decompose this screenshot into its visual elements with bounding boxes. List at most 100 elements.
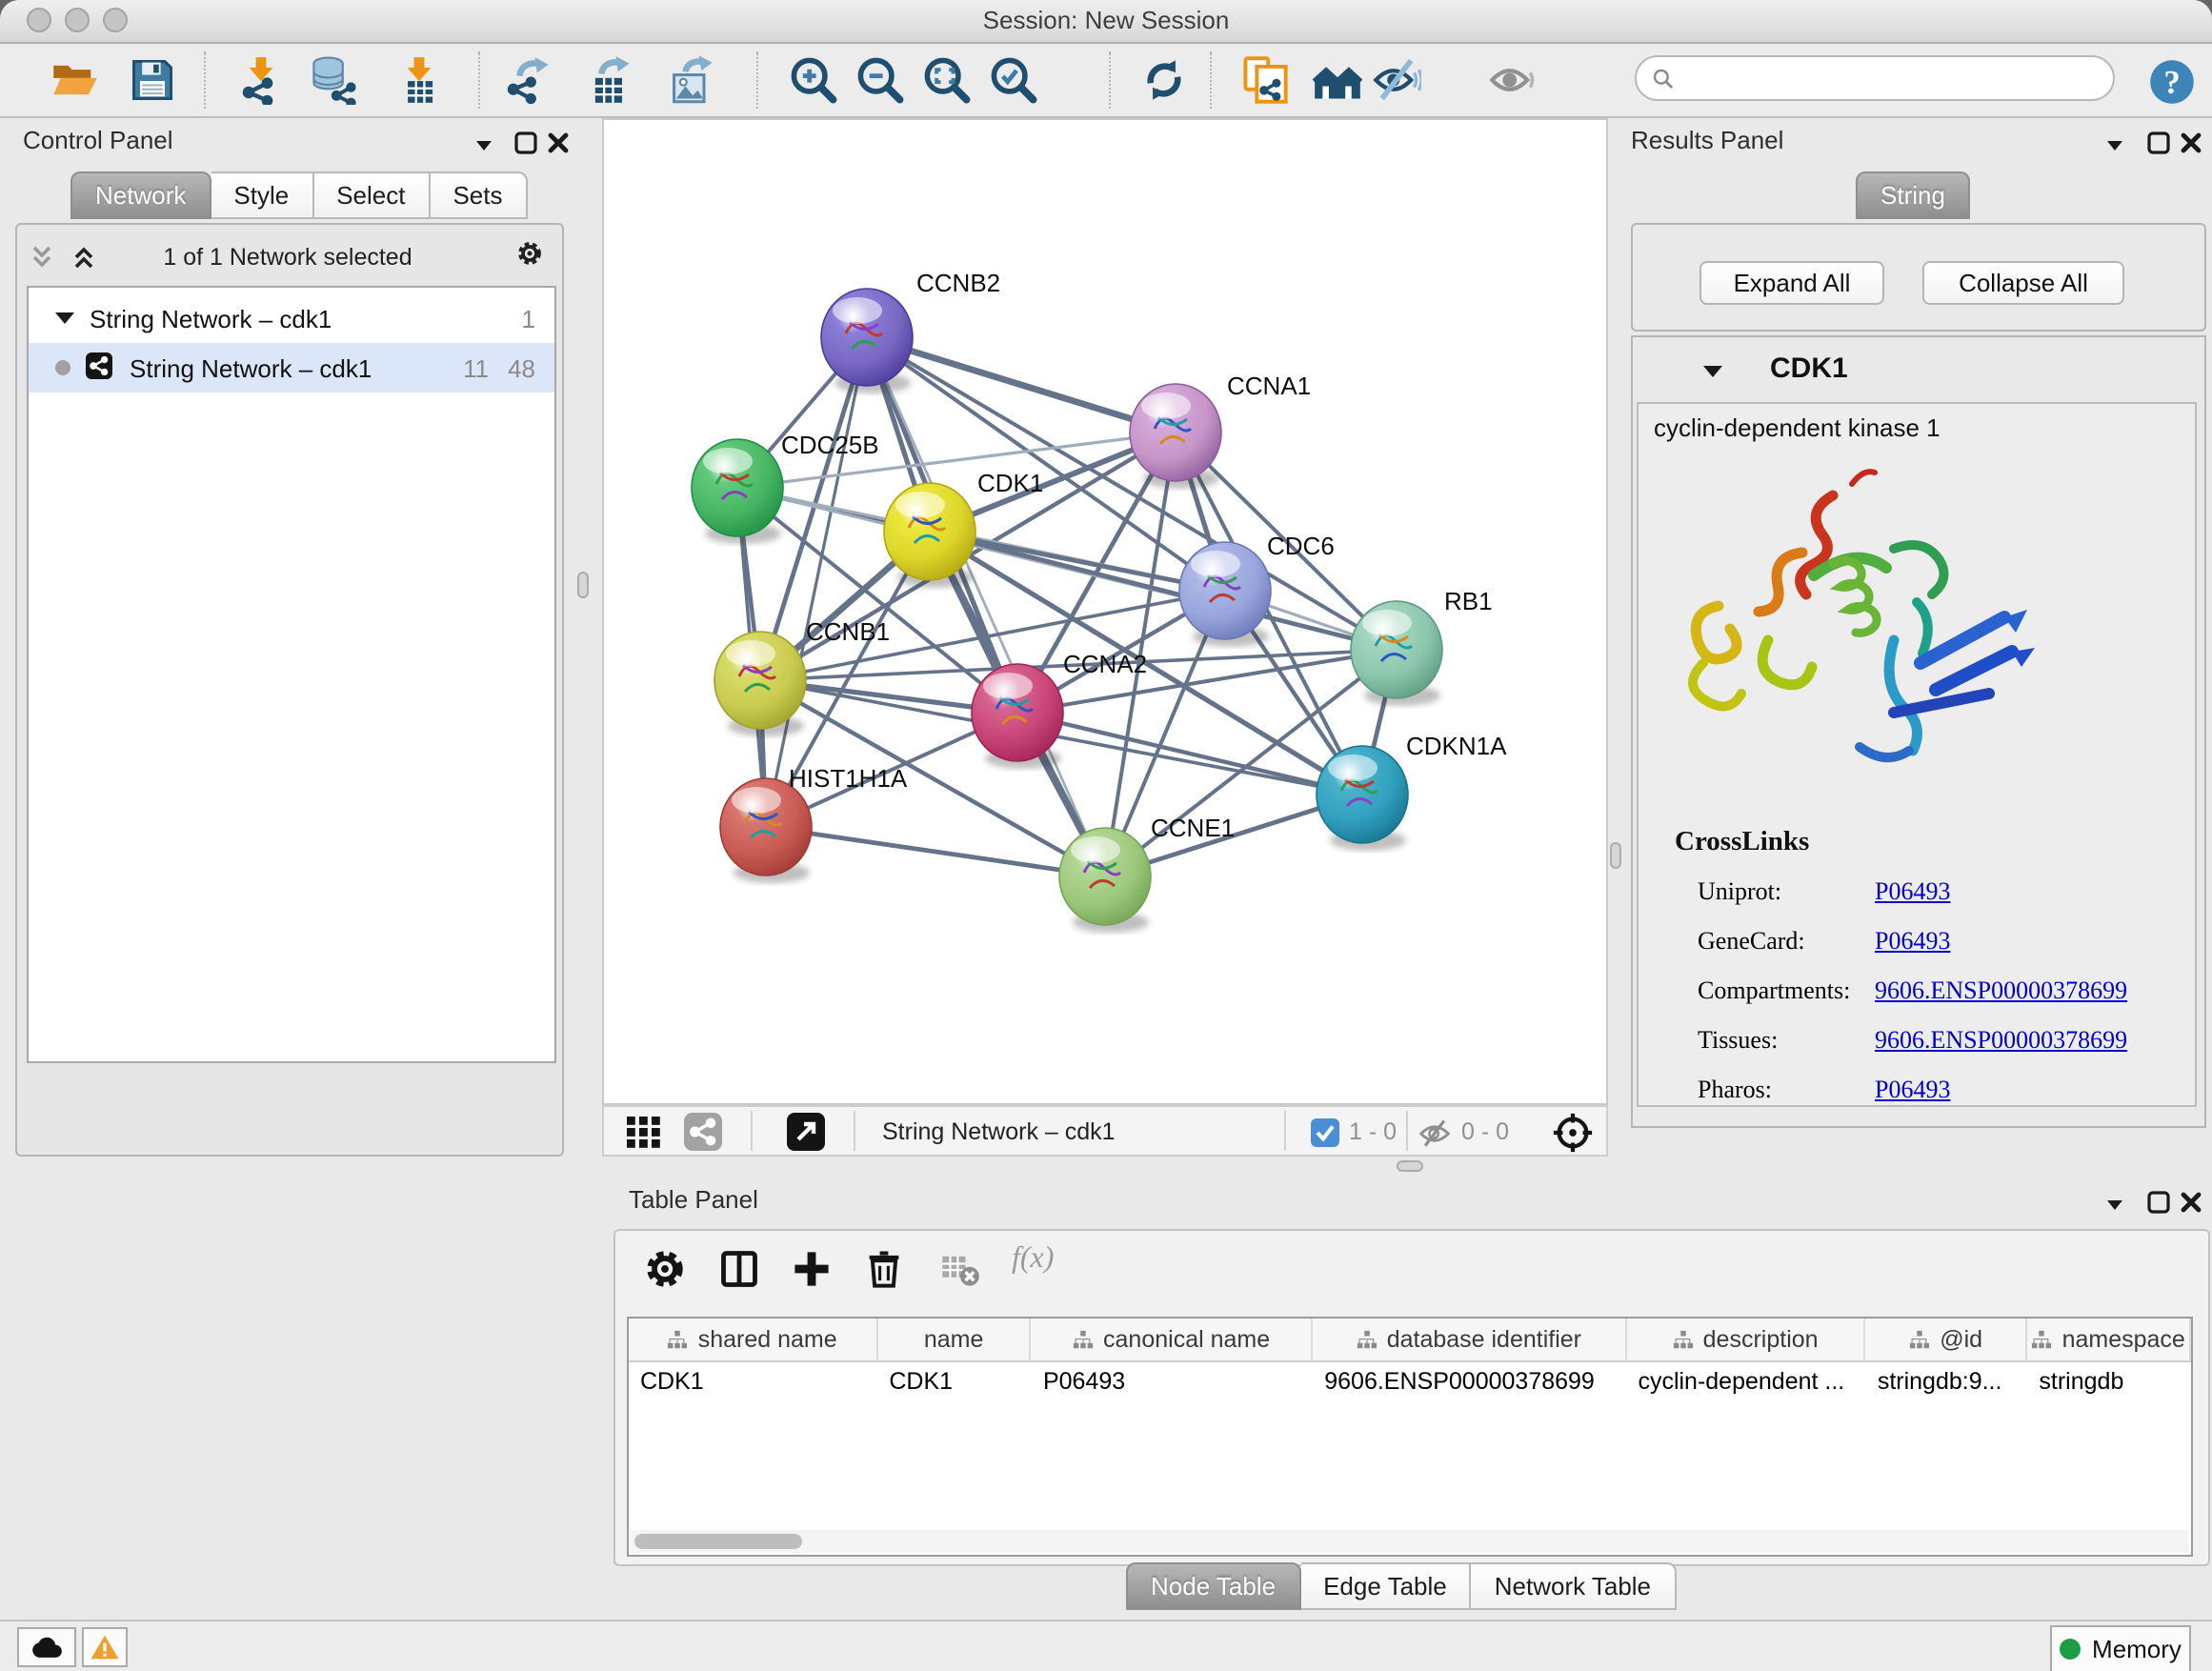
cell-id[interactable]: stringdb:9... [1866, 1360, 2028, 1400]
table-row[interactable]: CDK1CDK1P064939606.ENSP00000378699cyclin… [629, 1360, 2191, 1400]
edge-CCNB2-CCNA1[interactable] [867, 337, 1176, 433]
hidden-eye-icon[interactable] [1418, 1117, 1452, 1151]
tab-edge-table[interactable]: Edge Table [1300, 1562, 1472, 1610]
cell-namespace[interactable]: stringdb [2027, 1360, 2191, 1400]
close-panel-icon[interactable] [545, 130, 572, 156]
node-CDKN1A[interactable] [1317, 746, 1408, 851]
edge-CCNA2-CDKN1A[interactable] [1017, 713, 1362, 795]
string-network-icon[interactable] [684, 1113, 722, 1151]
network-canvas[interactable]: CCNB2CCNA1CDC25BCDK1CDC6RB1CCNB1CCNA2CDK… [602, 118, 1608, 1105]
cell-name[interactable]: CDK1 [877, 1360, 1032, 1400]
memory-button[interactable]: Memory [2050, 1625, 2191, 1671]
edge-CCNB2-HIST1H1A[interactable] [766, 337, 867, 827]
column-header-namespace[interactable]: namespace [2027, 1319, 2191, 1360]
tab-sets[interactable]: Sets [430, 171, 527, 219]
search-input[interactable] [1675, 63, 2098, 93]
tab-network-table[interactable]: Network Table [1472, 1562, 1676, 1610]
bottom-splitter-handle[interactable] [1397, 1160, 1423, 1172]
scrollbar-thumb[interactable] [634, 1534, 802, 1549]
refresh-button[interactable] [1137, 53, 1191, 107]
column-header-id[interactable]: @id [1866, 1319, 2028, 1360]
new-network-from-selection-button[interactable] [1238, 53, 1292, 107]
save-session-button[interactable] [126, 53, 179, 107]
tab-string[interactable]: String [1856, 171, 1970, 219]
float-panel-icon[interactable] [2145, 130, 2172, 156]
network-row-selected[interactable]: String Network – cdk1 11 48 [29, 343, 554, 393]
node-CCNE1[interactable] [1059, 828, 1151, 933]
column-header-description[interactable]: description [1626, 1319, 1865, 1360]
node-CCNA2[interactable] [972, 664, 1063, 769]
collapse-all-button[interactable]: Collapse All [1922, 261, 2124, 305]
table-gear-icon[interactable] [644, 1248, 686, 1290]
zoom-window-button[interactable] [103, 8, 128, 32]
node-CCNB1[interactable] [714, 632, 806, 736]
import-network-from-database-button[interactable] [307, 53, 360, 107]
node-CDC6[interactable] [1179, 542, 1271, 647]
open-session-button[interactable] [48, 53, 101, 107]
tab-node-table[interactable]: Node Table [1126, 1562, 1300, 1610]
panel-menu-icon[interactable] [2101, 131, 2128, 158]
cloud-button[interactable] [17, 1627, 76, 1667]
right-splitter-handle[interactable] [1610, 842, 1621, 869]
node-CCNB2[interactable] [821, 289, 913, 393]
crosslink-link[interactable]: P06493 [1875, 926, 1950, 956]
birdseye-navigator-icon[interactable] [1551, 1111, 1595, 1155]
zoom-in-button[interactable] [787, 53, 840, 107]
zoom-out-button[interactable] [854, 53, 907, 107]
edge-CCNB2-CCNE1[interactable] [867, 337, 1105, 876]
node-HIST1H1A[interactable] [720, 778, 812, 883]
crosslink-link[interactable]: 9606.ENSP00000378699 [1875, 1025, 2127, 1056]
cell-canonical-name[interactable]: P06493 [1032, 1360, 1313, 1400]
close-window-button[interactable] [27, 8, 51, 32]
tab-network[interactable]: Network [70, 171, 211, 219]
panel-menu-icon[interactable] [471, 131, 497, 158]
export-network-button[interactable] [501, 53, 554, 107]
close-panel-icon[interactable] [2178, 130, 2204, 156]
add-column-icon[interactable] [791, 1248, 833, 1290]
collapse-arrow-icon[interactable] [51, 305, 78, 332]
zoom-selected-button[interactable] [987, 53, 1040, 107]
node-RB1[interactable] [1351, 601, 1442, 706]
crosslink-link[interactable]: 9606.ENSP00000378699 [1875, 976, 2127, 1006]
column-header-shared-name[interactable]: shared name [629, 1319, 877, 1360]
open-in-window-icon[interactable] [787, 1113, 825, 1151]
selected-checkbox-icon[interactable] [1311, 1118, 1339, 1147]
show-columns-icon[interactable] [718, 1248, 760, 1290]
zoom-fit-button[interactable] [920, 53, 974, 107]
minimize-window-button[interactable] [65, 8, 90, 32]
edge-HIST1H1A-CCNE1[interactable] [766, 827, 1105, 876]
first-neighbors-button[interactable] [1311, 53, 1364, 107]
column-header-name[interactable]: name [877, 1319, 1032, 1360]
hide-selection-button[interactable] [1370, 53, 1423, 107]
network-collection-row[interactable]: String Network – cdk1 1 [29, 293, 554, 343]
crosslink-link[interactable]: P06493 [1875, 1075, 1950, 1105]
import-network-from-file-button[interactable] [234, 53, 288, 107]
node-CDK1[interactable] [884, 483, 975, 588]
node-CDC25B[interactable] [692, 439, 783, 544]
cell-database-identifier[interactable]: 9606.ENSP00000378699 [1313, 1360, 1626, 1400]
gear-icon[interactable] [516, 240, 549, 272]
node-CCNA1[interactable] [1130, 384, 1221, 489]
collapse-section-icon[interactable] [1699, 358, 1726, 385]
delete-column-icon[interactable] [863, 1248, 905, 1290]
left-splitter-handle[interactable] [577, 572, 589, 598]
crosslink-link[interactable]: P06493 [1875, 876, 1950, 907]
warnings-button[interactable] [82, 1627, 128, 1667]
column-header-database-identifier[interactable]: database identifier [1313, 1319, 1626, 1360]
expand-all-button[interactable]: Expand All [1699, 261, 1884, 305]
column-header-canonical-name[interactable]: canonical name [1032, 1319, 1313, 1360]
grid-view-icon[interactable] [625, 1113, 663, 1151]
cell-description[interactable]: cyclin-dependent ... [1626, 1360, 1865, 1400]
float-panel-icon[interactable] [513, 130, 539, 156]
show-all-button[interactable] [1486, 53, 1539, 107]
tab-style[interactable]: Style [211, 171, 313, 219]
close-panel-icon[interactable] [2178, 1189, 2204, 1216]
cell-shared-name[interactable]: CDK1 [629, 1360, 877, 1400]
tab-select[interactable]: Select [313, 171, 430, 219]
panel-menu-icon[interactable] [2101, 1191, 2128, 1218]
export-table-button[interactable] [583, 53, 636, 107]
import-table-from-file-button[interactable] [392, 53, 446, 107]
export-image-button[interactable] [665, 53, 718, 107]
help-button[interactable]: ? [2145, 55, 2199, 109]
float-panel-icon[interactable] [2145, 1189, 2172, 1216]
